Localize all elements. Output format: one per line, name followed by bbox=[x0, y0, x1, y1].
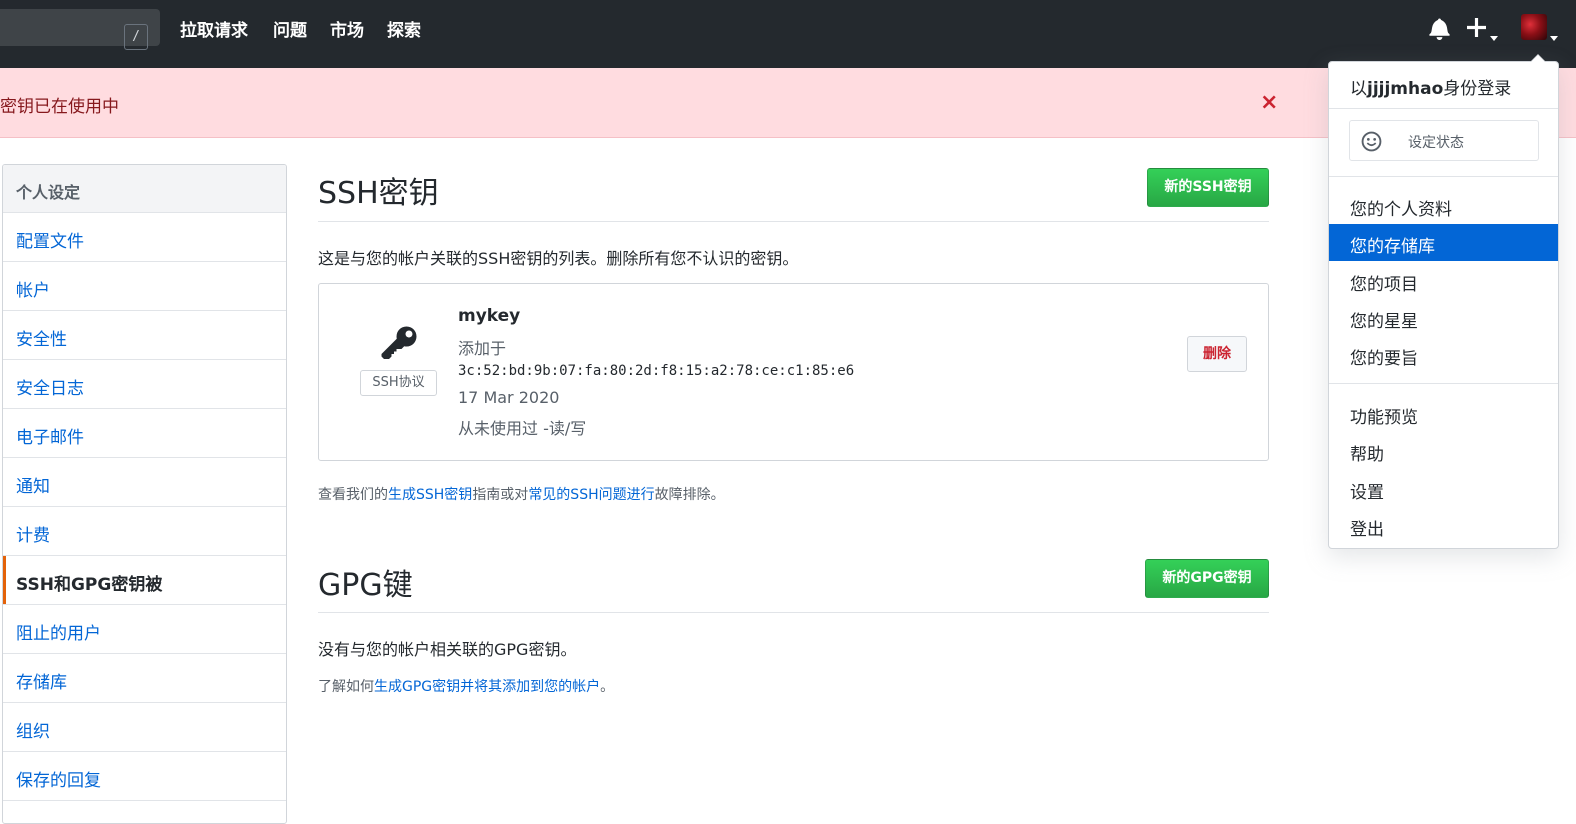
sidebar-item-security[interactable]: 安全性 bbox=[3, 311, 286, 360]
menu-divider bbox=[1329, 108, 1558, 109]
flash-message: 密钥已在使用中 bbox=[0, 97, 119, 117]
gpg-help-text: 了解如何生成GPG密钥并将其添加到您的帐户。 bbox=[318, 676, 614, 696]
username[interactable]: jjjjmhao bbox=[1367, 79, 1443, 99]
sidebar-item-account[interactable]: 帐户 bbox=[3, 262, 286, 311]
sidebar-item-billing[interactable]: 计费 bbox=[3, 507, 286, 556]
settings-sidebar: 个人设定 配置文件 帐户 安全性 安全日志 电子邮件 通知 计费 SSH和GPG… bbox=[2, 164, 287, 824]
menu-divider bbox=[1329, 383, 1558, 384]
sidebar-item-ssh-gpg-keys[interactable]: SSH和GPG密钥被 bbox=[3, 556, 286, 605]
bell-icon[interactable] bbox=[1429, 17, 1450, 44]
sidebar-item-notifications[interactable]: 通知 bbox=[3, 458, 286, 507]
signed-in-suffix: 身份登录 bbox=[1443, 79, 1512, 99]
plus-icon[interactable] bbox=[1467, 18, 1486, 41]
user-dropdown-menu: 以jjjjmhao身份登录 设定状态 您的个人资料 您的存储库 您的项目 您的星… bbox=[1328, 54, 1559, 549]
ssh-protocol-badge: SSH协议 bbox=[360, 370, 437, 396]
ssh-troubleshoot-link[interactable]: 常见的SSH问题进行 bbox=[528, 487, 654, 503]
nav-explore[interactable]: 探索 bbox=[387, 16, 421, 41]
sidebar-item-organizations[interactable]: 组织 bbox=[3, 703, 286, 752]
menu-your-repositories[interactable]: 您的存储库 bbox=[1329, 224, 1558, 261]
generate-gpg-key-link[interactable]: 生成GPG密钥并将其添加到您的帐户 bbox=[374, 679, 600, 695]
help-middle: 指南或对 bbox=[472, 487, 529, 503]
key-added-label: 添加于 bbox=[458, 339, 507, 358]
search-input[interactable]: / bbox=[0, 9, 160, 50]
avatar-chevron-down-icon[interactable] bbox=[1550, 26, 1558, 45]
set-status-button[interactable]: 设定状态 bbox=[1349, 120, 1539, 161]
ssh-key-card: SSH协议 mykey 添加于 3c:52:bd:9b:07:fa:80:2d:… bbox=[318, 283, 1269, 461]
nav-issues[interactable]: 问题 bbox=[273, 16, 307, 41]
key-usage: 从未使用过 -读/写 bbox=[458, 419, 587, 438]
new-ssh-key-button[interactable]: 新的SSH密钥 bbox=[1147, 168, 1269, 207]
sidebar-item-blocked-users[interactable]: 阻止的用户 bbox=[3, 605, 286, 654]
gpg-keys-title: GPG键 bbox=[318, 568, 413, 603]
sidebar-heading: 个人设定 bbox=[3, 165, 286, 213]
sidebar-item-repositories[interactable]: 存储库 bbox=[3, 654, 286, 703]
ssh-help-text: 查看我们的生成SSH密钥指南或对常见的SSH问题进行故障排除。 bbox=[318, 484, 725, 504]
menu-sign-out[interactable]: 登出 bbox=[1329, 507, 1558, 544]
menu-help[interactable]: 帮助 bbox=[1329, 432, 1558, 469]
help-suffix: 故障排除。 bbox=[654, 487, 725, 503]
nav-marketplace[interactable]: 市场 bbox=[330, 16, 364, 41]
help-prefix: 了解如何 bbox=[318, 679, 374, 695]
delete-key-button[interactable]: 删除 bbox=[1187, 336, 1247, 372]
close-icon[interactable]: × bbox=[1260, 90, 1278, 115]
avatar[interactable] bbox=[1521, 14, 1547, 40]
ssh-keys-title: SSH密钥 bbox=[318, 176, 439, 211]
key-icon bbox=[379, 324, 419, 368]
gpg-description: 没有与您的帐户相关联的GPG密钥。 bbox=[318, 640, 577, 659]
menu-divider bbox=[1329, 176, 1558, 177]
signed-in-as: 以jjjjmhao身份登录 bbox=[1350, 74, 1511, 99]
key-added-date: 17 Mar 2020 bbox=[458, 388, 560, 407]
key-title: mykey bbox=[458, 306, 521, 326]
menu-your-gists[interactable]: 您的要旨 bbox=[1329, 336, 1558, 373]
sidebar-item-emails[interactable]: 电子邮件 bbox=[3, 409, 286, 458]
sidebar-item-saved-replies[interactable]: 保存的回复 bbox=[3, 752, 286, 801]
menu-feature-preview[interactable]: 功能预览 bbox=[1329, 395, 1558, 432]
menu-your-stars[interactable]: 您的星星 bbox=[1329, 299, 1558, 336]
sidebar-item-security-log[interactable]: 安全日志 bbox=[3, 360, 286, 409]
smiley-icon bbox=[1361, 131, 1382, 156]
generate-ssh-key-link[interactable]: 生成SSH密钥 bbox=[388, 487, 472, 503]
divider bbox=[318, 221, 1269, 222]
new-gpg-key-button[interactable]: 新的GPG密钥 bbox=[1145, 559, 1269, 598]
search-shortcut-hint: / bbox=[124, 24, 148, 50]
ssh-description: 这是与您的帐户关联的SSH密钥的列表。删除所有您不认识的密钥。 bbox=[318, 249, 799, 268]
menu-your-projects[interactable]: 您的项目 bbox=[1329, 262, 1558, 299]
help-suffix: 。 bbox=[600, 679, 615, 695]
signed-in-prefix: 以 bbox=[1350, 79, 1367, 99]
help-prefix: 查看我们的 bbox=[318, 487, 388, 503]
nav-pull-requests[interactable]: 拉取请求 bbox=[180, 16, 248, 41]
menu-your-profile[interactable]: 您的个人资料 bbox=[1329, 187, 1558, 224]
key-fingerprint: 3c:52:bd:9b:07:fa:80:2d:f8:15:a2:78:ce:c… bbox=[458, 363, 855, 379]
plus-chevron-down-icon[interactable] bbox=[1490, 26, 1498, 45]
sidebar-item-profile[interactable]: 配置文件 bbox=[3, 213, 286, 262]
top-header: / 拉取请求 问题 市场 探索 bbox=[0, 0, 1576, 68]
divider bbox=[318, 612, 1269, 613]
set-status-label: 设定状态 bbox=[1408, 135, 1464, 151]
menu-settings[interactable]: 设置 bbox=[1329, 470, 1558, 507]
